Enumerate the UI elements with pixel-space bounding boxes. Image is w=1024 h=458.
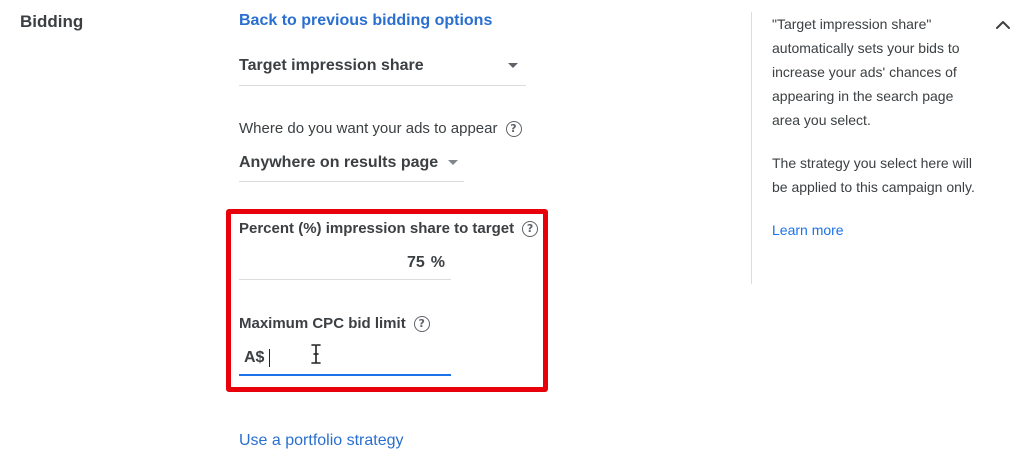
impression-share-input[interactable]: 75 % <box>239 246 451 280</box>
help-icon[interactable]: ? <box>522 220 539 237</box>
impression-share-label-text: Percent (%) impression share to target <box>239 220 515 237</box>
help-icon[interactable]: ? <box>413 315 430 332</box>
bidding-strategy-dropdown[interactable]: Target impression share <box>239 52 526 86</box>
impression-share-value: 75 <box>406 253 425 271</box>
info-paragraph-2: The strategy you select here will be app… <box>772 155 975 195</box>
max-cpc-label: Maximum CPC bid limit ? <box>239 315 430 332</box>
info-paragraph-1: "Target impression share" automatically … <box>772 16 960 128</box>
chevron-up-icon[interactable] <box>994 16 1012 34</box>
ad-location-dropdown[interactable]: Anywhere on results page <box>239 150 464 182</box>
max-cpc-label-text: Maximum CPC bid limit <box>239 315 406 332</box>
learn-more-link[interactable]: Learn more <box>772 222 844 238</box>
impression-share-label: Percent (%) impression share to target ? <box>239 220 539 237</box>
currency-prefix: A$ <box>244 349 265 366</box>
bidding-info-panel: "Target impression share" automatically … <box>772 12 977 242</box>
percent-unit: % <box>430 253 445 271</box>
bidding-settings-page: Bidding Back to previous bidding options… <box>0 0 1024 458</box>
i-beam-cursor-icon <box>311 344 321 364</box>
ad-location-label-text: Where do you want your ads to appear <box>239 120 498 137</box>
portfolio-strategy-link[interactable]: Use a portfolio strategy <box>239 432 404 450</box>
text-caret <box>269 349 271 367</box>
section-title: Bidding <box>20 12 84 31</box>
max-cpc-input[interactable]: A$ <box>239 342 451 376</box>
bidding-strategy-value: Target impression share <box>239 56 424 74</box>
back-to-bidding-options-link[interactable]: Back to previous bidding options <box>239 12 492 30</box>
panel-divider <box>751 12 752 284</box>
help-icon[interactable]: ? <box>505 120 522 137</box>
ad-location-value: Anywhere on results page <box>239 153 439 171</box>
caret-down-icon <box>508 63 518 68</box>
ad-location-label: Where do you want your ads to appear ? <box>239 120 522 137</box>
caret-down-icon <box>448 160 459 165</box>
